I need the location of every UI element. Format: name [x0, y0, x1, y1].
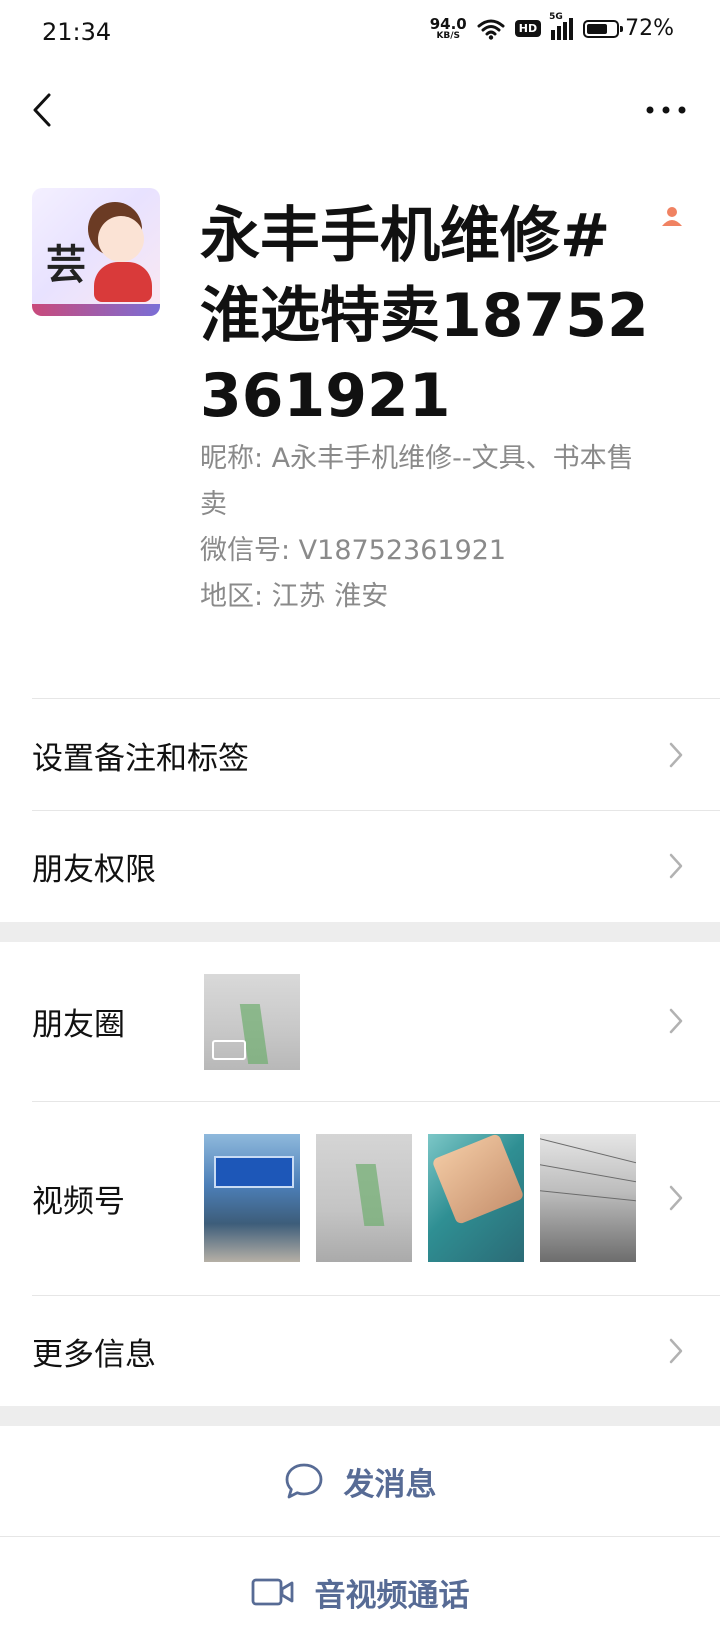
- channels-label: 视频号: [32, 1183, 125, 1220]
- nickname-text: 昵称: A永丰手机维修--文具、书本售卖: [200, 443, 634, 520]
- avatar-character: 芸: [46, 242, 86, 288]
- remark-tags-label: 设置备注和标签: [32, 740, 249, 777]
- person-icon: [662, 207, 682, 226]
- network-speed: 94.0 KB/S: [429, 14, 467, 41]
- more-info-label: 更多信息: [32, 1336, 156, 1373]
- moments-thumbnail: [204, 974, 300, 1070]
- more-dots-icon: [646, 106, 686, 114]
- avatar-strip: [32, 304, 160, 316]
- av-call-label: 音视频通话: [314, 1577, 470, 1614]
- wechat-id-text: 微信号: V18752361921: [200, 535, 507, 566]
- hd-badge: HD: [514, 20, 542, 37]
- avatar[interactable]: 芸: [32, 188, 160, 316]
- moments-row[interactable]: 朋友圈: [0, 942, 720, 1100]
- channels-row[interactable]: 视频号: [0, 1102, 720, 1294]
- status-icons: 94.0 KB/S HD 5G 72%: [429, 12, 674, 42]
- cellular-signal-icon: 5G: [549, 12, 574, 40]
- section-gap: [0, 922, 720, 942]
- more-options-button[interactable]: [644, 96, 688, 124]
- remark-tags-row[interactable]: 设置备注和标签: [0, 700, 720, 810]
- status-bar: 21:34 94.0 KB/S HD 5G 72%: [0, 0, 720, 64]
- send-message-label: 发消息: [343, 1466, 437, 1503]
- send-message-button[interactable]: 发消息: [0, 1426, 720, 1536]
- video-camera-icon: [251, 1578, 293, 1606]
- network-speed-value: 94.0: [429, 14, 467, 33]
- channels-thumbnail: [204, 1134, 300, 1262]
- friend-permissions-label: 朋友权限: [32, 851, 156, 888]
- chevron-right-icon: [669, 1008, 683, 1034]
- battery-percent: 72%: [625, 16, 674, 41]
- section-gap: [0, 1406, 720, 1426]
- channels-thumbnail: [540, 1134, 636, 1262]
- chevron-right-icon: [669, 853, 683, 879]
- status-time: 21:34: [42, 18, 112, 46]
- avatar-figure-body: [94, 262, 152, 302]
- top-bar: [0, 70, 720, 150]
- chevron-left-icon: [33, 93, 51, 127]
- signal-type-tag: 5G: [549, 11, 563, 22]
- channels-thumbnail: [428, 1134, 524, 1262]
- chevron-right-icon: [669, 1338, 683, 1364]
- wifi-icon: [477, 19, 505, 40]
- friend-permissions-row[interactable]: 朋友权限: [0, 811, 720, 921]
- more-info-row[interactable]: 更多信息: [0, 1296, 720, 1406]
- moments-label: 朋友圈: [32, 1006, 125, 1043]
- region-text: 地区: 江苏 淮安: [200, 581, 389, 612]
- back-button[interactable]: [24, 88, 60, 132]
- chevron-right-icon: [669, 742, 683, 768]
- chevron-right-icon: [669, 1185, 683, 1211]
- network-speed-unit: KB/S: [436, 30, 461, 41]
- av-call-button[interactable]: 音视频通话: [0, 1537, 720, 1647]
- battery-icon: [583, 19, 624, 38]
- battery-indicator: 72%: [583, 16, 674, 41]
- avatar-figure-head: [98, 216, 144, 262]
- profile-meta: 昵称: A永丰手机维修--文具、书本售卖 微信号: V18752361921 地…: [200, 436, 660, 620]
- divider: [32, 698, 720, 699]
- channels-thumbnail: [316, 1134, 412, 1262]
- contact-display-name: 永丰手机维修#淮选特卖18752361921: [200, 201, 649, 431]
- video-camera-icon: [212, 1040, 246, 1060]
- chat-bubble-icon: [285, 1463, 322, 1499]
